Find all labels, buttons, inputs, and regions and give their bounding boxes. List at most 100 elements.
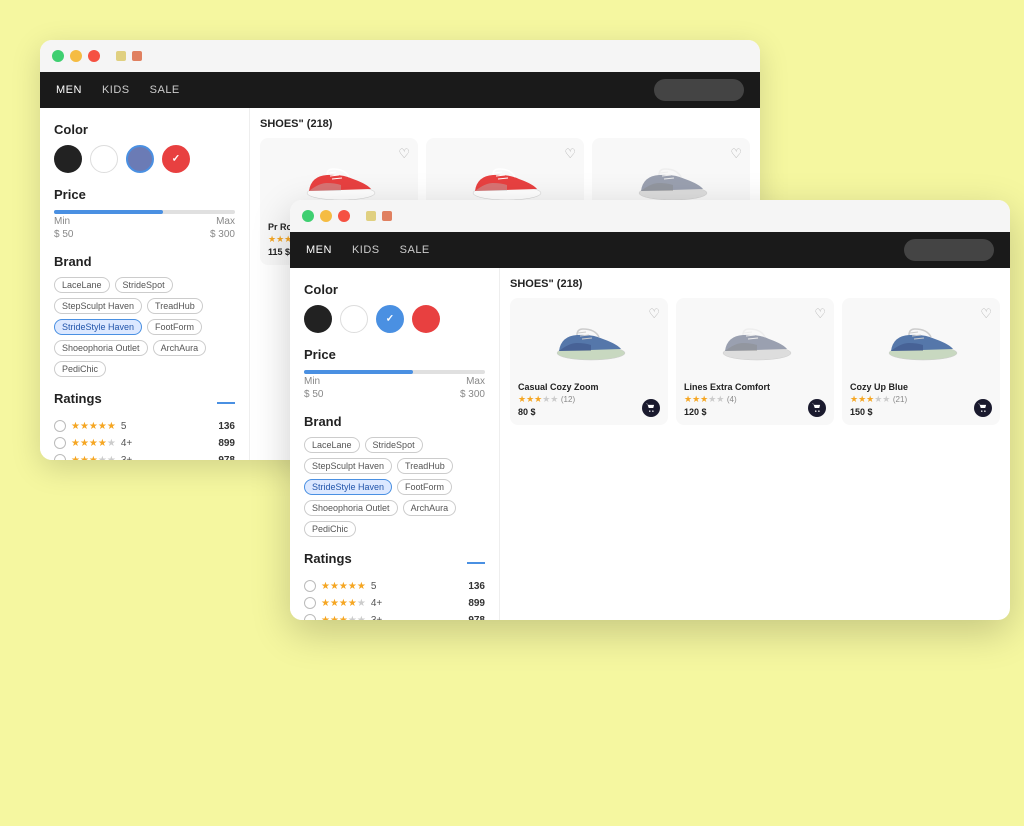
wishlist-icon[interactable]: ♡ — [648, 306, 660, 322]
wishlist-icon[interactable]: ♡ — [564, 146, 576, 162]
brand-tag[interactable]: ArchAura — [153, 340, 207, 356]
rating-count: 978 — [468, 615, 485, 621]
dot-red-icon[interactable] — [88, 50, 100, 62]
nav-men-back[interactable]: MEN — [56, 84, 82, 96]
brand-tags-front: LaceLane StrideSpot StepSculpt Haven TreadH… — [304, 437, 485, 537]
product-card[interactable]: ♡ Cozy Up Blue ★★★★★ (21) 150 $ — [842, 298, 1000, 425]
price-min-value-back: $ 50 — [54, 229, 73, 240]
brand-tag[interactable]: FootForm — [397, 479, 452, 495]
results-title-back: SHOES" (218) — [260, 118, 750, 130]
wishlist-icon[interactable]: ♡ — [980, 306, 992, 322]
nav-kids-back[interactable]: KIDS — [102, 84, 130, 96]
brand-tag[interactable]: LaceLane — [304, 437, 360, 453]
nav-search-front[interactable] — [904, 239, 994, 261]
swatch-white-front[interactable] — [340, 305, 368, 333]
brand-tag[interactable]: FootForm — [147, 319, 202, 335]
product-stars: ★★★★★ (12) — [518, 394, 660, 405]
price-track-front[interactable] — [304, 370, 485, 374]
brand-tag[interactable]: StrideSpot — [365, 437, 423, 453]
price-max-value-front: $ 300 — [460, 389, 485, 400]
brand-tag[interactable]: PediChic — [54, 361, 106, 377]
rating-radio[interactable] — [54, 437, 66, 449]
rating-count: 899 — [468, 598, 485, 609]
rating-label: 3+ — [121, 455, 132, 461]
rating-count: 899 — [218, 438, 235, 449]
add-to-cart-button[interactable] — [808, 399, 826, 417]
swatch-black-back[interactable] — [54, 145, 82, 173]
dot-red-icon-front[interactable] — [338, 210, 350, 222]
swatch-white-back[interactable] — [90, 145, 118, 173]
add-to-cart-button[interactable] — [642, 399, 660, 417]
rating-row[interactable]: ★★★★★ 5 136 — [304, 580, 485, 592]
product-price: 80 $ — [518, 407, 660, 417]
rating-row[interactable]: ★★★★★ 3+ 978 — [54, 454, 235, 460]
dot-green-icon[interactable] — [52, 50, 64, 62]
rating-radio[interactable] — [304, 597, 316, 609]
color-label-back: Color — [54, 122, 235, 137]
color-swatches-back: ✓ — [54, 145, 235, 173]
product-name: Lines Extra Comfort — [684, 382, 826, 392]
sidebar-front: Color ✓ Price Min Max $ 50 — [290, 268, 500, 620]
brand-tag[interactable]: PediChic — [304, 521, 356, 537]
rating-label: 5 — [371, 581, 377, 592]
color-label-front: Color — [304, 282, 485, 297]
swatch-red-front[interactable] — [412, 305, 440, 333]
rating-count: 978 — [218, 455, 235, 461]
rating-radio[interactable] — [54, 420, 66, 432]
swatch-blue-front[interactable]: ✓ — [376, 305, 404, 333]
rating-radio[interactable] — [54, 454, 66, 460]
nav-men-front[interactable]: MEN — [306, 244, 332, 256]
nav-bar-back: MEN KIDS SALE — [40, 72, 760, 108]
brand-tag[interactable]: TreadHub — [397, 458, 453, 474]
brand-tag[interactable]: TreadHub — [147, 298, 203, 314]
stars-display: ★★★★★ — [321, 581, 366, 592]
product-stars: ★★★★★ (4) — [684, 394, 826, 405]
wishlist-icon[interactable]: ♡ — [398, 146, 410, 162]
brand-tag[interactable]: ArchAura — [403, 500, 457, 516]
rating-count: 136 — [468, 581, 485, 592]
brand-tag[interactable]: StrideStyle Haven — [54, 319, 142, 335]
title-bar-front — [290, 200, 1010, 232]
price-min-label-back: Min — [54, 216, 70, 227]
rating-label: 5 — [121, 421, 127, 432]
product-image — [518, 306, 660, 376]
wishlist-icon[interactable]: ♡ — [814, 306, 826, 322]
brand-tag[interactable]: StepSculpt Haven — [54, 298, 142, 314]
wishlist-icon[interactable]: ♡ — [730, 146, 742, 162]
swatch-black-front[interactable] — [304, 305, 332, 333]
rating-row[interactable]: ★★★★★ 4+ 899 — [54, 437, 235, 449]
price-range-labels-back: Min Max — [54, 216, 235, 227]
dot-yellow-icon[interactable] — [70, 50, 82, 62]
brand-tag[interactable]: Shoeophoria Outlet — [54, 340, 148, 356]
price-track-back[interactable] — [54, 210, 235, 214]
brand-tag[interactable]: StepSculpt Haven — [304, 458, 392, 474]
nav-search-back[interactable] — [654, 79, 744, 101]
product-card[interactable]: ♡ Lines Extra Comfort ★★★★★ (4) 120 $ — [676, 298, 834, 425]
price-max-label-back: Max — [216, 216, 235, 227]
product-card[interactable]: ♡ Casual Cozy Zoom ★★★★★ (12) 80 $ — [510, 298, 668, 425]
rating-row[interactable]: ★★★★★ 5 136 — [54, 420, 235, 432]
add-to-cart-button[interactable] — [974, 399, 992, 417]
price-label-back: Price — [54, 187, 235, 202]
product-price: 120 $ — [684, 407, 826, 417]
brand-tag[interactable]: Shoeophoria Outlet — [304, 500, 398, 516]
product-grid-front: ♡ Casual Cozy Zoom ★★★★★ (12) 80 $ ♡ Lin… — [510, 298, 1000, 425]
nav-sale-back[interactable]: SALE — [150, 84, 180, 96]
brand-tag[interactable]: StrideStyle Haven — [304, 479, 392, 495]
swatch-blue-back[interactable] — [126, 145, 154, 173]
rating-label: 4+ — [121, 438, 132, 449]
rating-radio[interactable] — [304, 614, 316, 620]
sidebar-back: Color ✓ Price Min Max $ 50 — [40, 108, 250, 460]
dot-green-icon-front[interactable] — [302, 210, 314, 222]
stars-display: ★★★★★ — [71, 455, 116, 461]
swatch-red-back[interactable]: ✓ — [162, 145, 190, 173]
rating-radio[interactable] — [304, 580, 316, 592]
dot-yellow-icon-front[interactable] — [320, 210, 332, 222]
rating-row[interactable]: ★★★★★ 3+ 978 — [304, 614, 485, 620]
brand-tag[interactable]: LaceLane — [54, 277, 110, 293]
brand-tag[interactable]: StrideSpot — [115, 277, 173, 293]
ratings-section-back: Ratings ★★★★★ 5 136 ★★★★★ 4+ 899 ★★★★★ 3… — [54, 391, 235, 460]
rating-row[interactable]: ★★★★★ 4+ 899 — [304, 597, 485, 609]
nav-sale-front[interactable]: SALE — [400, 244, 430, 256]
nav-kids-front[interactable]: KIDS — [352, 244, 380, 256]
